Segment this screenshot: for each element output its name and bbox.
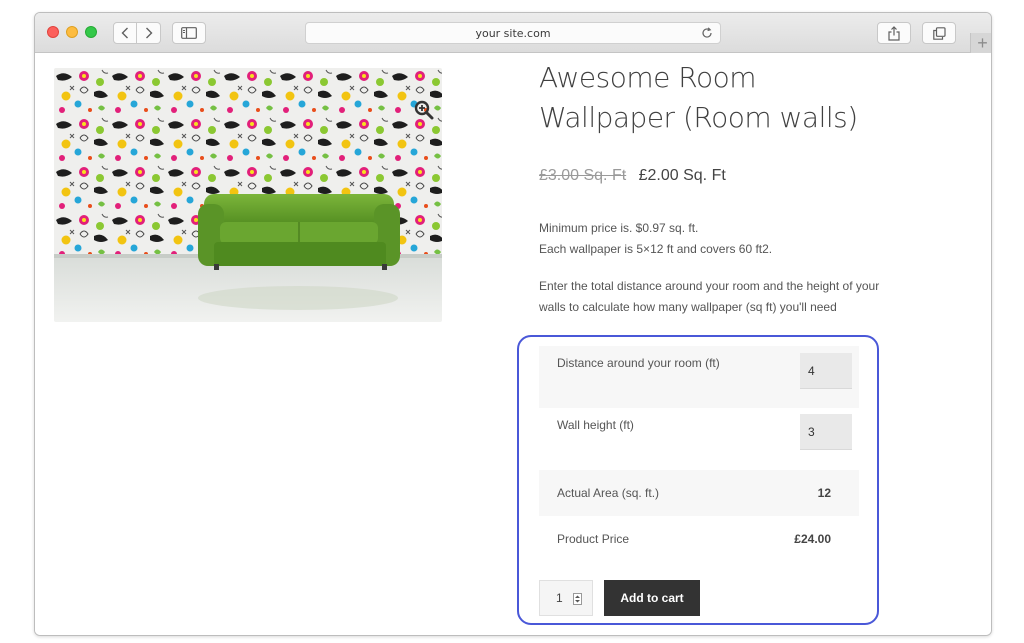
height-input[interactable] (800, 414, 852, 450)
minimum-price-text: Minimum price is. $0.97 sq. ft. (539, 221, 699, 235)
page-content: Awesome Room Wallpaper (Room walls) £3.0… (35, 54, 991, 635)
product-price-row: Product Price £24.00 (539, 516, 859, 562)
product-price-value: £24.00 (794, 532, 831, 546)
forward-button[interactable] (137, 22, 161, 44)
zoom-in-icon (414, 100, 434, 120)
original-price: £3.00 Sq. Ft (539, 167, 627, 184)
chevron-left-icon (121, 27, 128, 39)
address-text: your site.com (475, 26, 551, 40)
zoom-window-button[interactable] (85, 26, 97, 38)
sidebar-toggle-button[interactable] (172, 22, 206, 44)
distance-row: Distance around your room (ft) (539, 346, 859, 408)
product-price: £3.00 Sq. Ft £2.00 Sq. Ft (539, 167, 726, 185)
price-calculator: Distance around your room (ft) Wall heig… (517, 335, 879, 625)
product-price-label: Product Price (557, 532, 630, 546)
reload-icon[interactable] (700, 26, 714, 40)
area-value: 12 (817, 486, 831, 500)
new-tab-button[interactable]: + (970, 32, 991, 53)
address-bar[interactable]: your site.com (305, 22, 721, 44)
minimize-window-button[interactable] (66, 26, 78, 38)
product-title: Awesome Room Wallpaper (Room walls) (539, 61, 858, 134)
product-description: Minimum price is. $0.97 sq. ft. Each wal… (539, 218, 899, 260)
add-to-cart-button[interactable]: Add to cart (604, 580, 700, 616)
product-image[interactable] (54, 68, 442, 322)
wallpaper-room-image (54, 68, 442, 322)
area-label: Actual Area (sq. ft.) (557, 486, 660, 500)
area-row: Actual Area (sq. ft.) 12 (539, 470, 859, 516)
height-label: Wall height (ft) (557, 418, 634, 432)
back-button[interactable] (113, 22, 137, 44)
calculator-table: Distance around your room (ft) Wall heig… (539, 346, 859, 562)
close-window-button[interactable] (47, 26, 59, 38)
zoom-image-button[interactable] (406, 92, 442, 128)
browser-window: your site.com + Awesome Room Wallpaper (… (34, 12, 992, 636)
quantity-stepper[interactable]: 1 (539, 580, 593, 616)
spinner-arrows-icon[interactable] (573, 593, 582, 605)
distance-input[interactable] (800, 353, 852, 389)
chevron-right-icon (145, 27, 152, 39)
coverage-text: Each wallpaper is 5×12 ft and covers 60 … (539, 242, 773, 256)
calculator-instructions: Enter the total distance around your roo… (539, 279, 880, 314)
share-button[interactable] (877, 22, 911, 44)
browser-toolbar: your site.com (35, 13, 991, 53)
height-row: Wall height (ft) (539, 408, 859, 470)
distance-label: Distance around your room (ft) (557, 356, 720, 370)
tabs-icon (932, 26, 946, 40)
show-tabs-button[interactable] (922, 22, 956, 44)
sale-price: £2.00 Sq. Ft (638, 167, 726, 184)
quantity-value: 1 (556, 591, 563, 605)
share-icon (888, 25, 900, 41)
plus-icon: + (977, 32, 988, 53)
sidebar-icon (181, 27, 197, 39)
